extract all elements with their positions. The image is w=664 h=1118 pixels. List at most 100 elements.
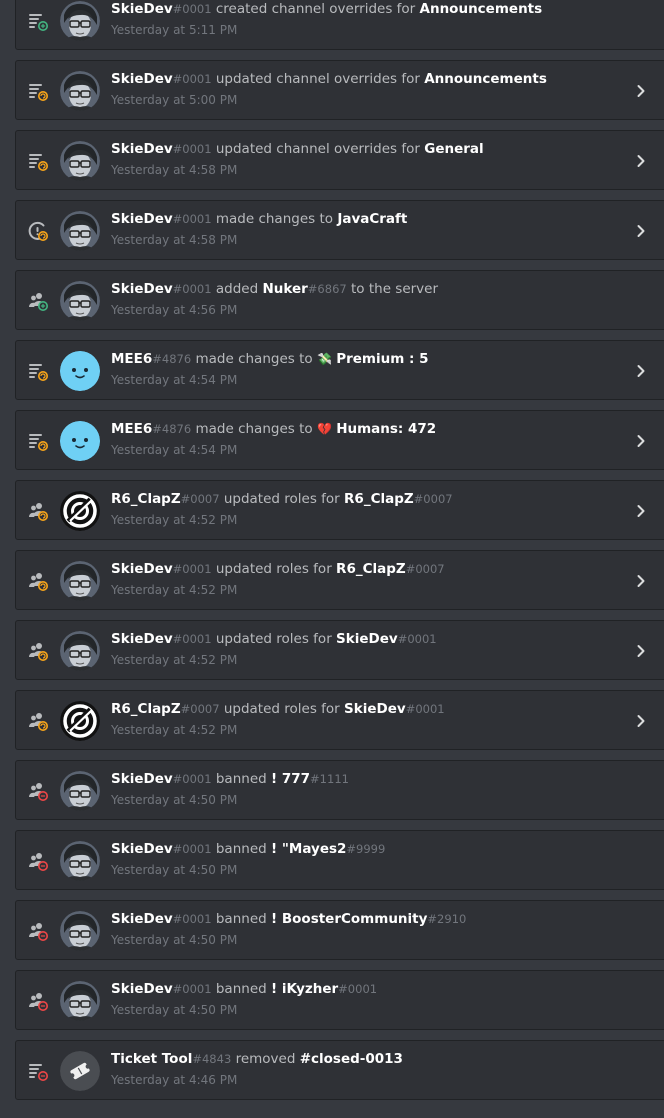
- entry-summary: MEE6#4876 made changes to 💔 Humans: 472: [111, 420, 634, 439]
- chevron-right-icon[interactable]: [633, 503, 649, 519]
- action-text: updated roles for: [215, 631, 332, 647]
- chevron-right-icon[interactable]: [633, 713, 649, 729]
- channel-update-icon: [27, 360, 49, 382]
- actor-username[interactable]: SkieDev: [111, 561, 173, 577]
- audit-log-entry[interactable]: SkieDev#0001 banned ! 777#1111 Yesterday …: [15, 760, 664, 820]
- entry-timestamp: Yesterday at 4:52 PM: [111, 583, 238, 597]
- action-suffix: to the server: [351, 281, 439, 297]
- audit-log-entry[interactable]: SkieDev#0001 created channel overrides f…: [15, 0, 664, 50]
- actor-username[interactable]: SkieDev: [111, 981, 173, 997]
- entry-timestamp: Yesterday at 4:50 PM: [111, 793, 238, 807]
- channel-overwrite-update-icon: [27, 80, 49, 102]
- member-ban-icon: [27, 850, 49, 872]
- audit-log-entry[interactable]: SkieDev#0001 updated roles for R6_ClapZ#…: [15, 550, 664, 610]
- actor-discriminator: #0001: [172, 982, 212, 996]
- skiedev-avatar[interactable]: [60, 631, 100, 671]
- audit-log-entry[interactable]: MEE6#4876 made changes to 💔 Humans: 472 Y…: [15, 410, 664, 470]
- target-name: ! 777: [271, 771, 311, 787]
- action-text: updated channel overrides for: [215, 141, 420, 157]
- audit-log-entry[interactable]: R6_ClapZ#0007 updated roles for R6_ClapZ…: [15, 480, 664, 540]
- channel-overwrite-create-icon: [27, 10, 49, 32]
- actor-username[interactable]: SkieDev: [111, 771, 173, 787]
- mee6-avatar[interactable]: [60, 421, 100, 461]
- chevron-right-icon[interactable]: [633, 643, 649, 659]
- skiedev-avatar[interactable]: [60, 1, 100, 41]
- entry-timestamp: Yesterday at 5:11 PM: [111, 23, 238, 37]
- entry-summary: SkieDev#0001 updated roles for SkieDev#0…: [111, 630, 634, 649]
- skiedev-avatar[interactable]: [60, 771, 100, 811]
- action-text: removed: [235, 1051, 296, 1067]
- skiedev-avatar[interactable]: [60, 911, 100, 951]
- actor-username[interactable]: SkieDev: [111, 211, 173, 227]
- actor-username[interactable]: SkieDev: [111, 631, 173, 647]
- skiedev-avatar[interactable]: [60, 561, 100, 601]
- ticket-tool-avatar[interactable]: [60, 1051, 100, 1091]
- actor-username[interactable]: SkieDev: [111, 71, 173, 87]
- actor-username[interactable]: SkieDev: [111, 1, 173, 17]
- target-name: ! iKyzher: [271, 981, 339, 997]
- actor-username[interactable]: Ticket Tool: [111, 1051, 192, 1067]
- mee6-avatar[interactable]: [60, 351, 100, 391]
- target-name: R6_ClapZ: [344, 491, 414, 507]
- actor-username[interactable]: SkieDev: [111, 281, 173, 297]
- audit-log-entry[interactable]: SkieDev#0001 updated roles for SkieDev#0…: [15, 620, 664, 680]
- actor-discriminator: #0001: [172, 212, 212, 226]
- skiedev-avatar[interactable]: [60, 211, 100, 251]
- actor-username[interactable]: MEE6: [111, 351, 152, 367]
- channel-delete-icon: [27, 1060, 49, 1082]
- audit-log-entry[interactable]: SkieDev#0001 added Nuker#6867 to the ser…: [15, 270, 664, 330]
- audit-log-entry[interactable]: SkieDev#0001 updated channel overrides f…: [15, 130, 664, 190]
- skiedev-avatar[interactable]: [60, 981, 100, 1021]
- target-name: R6_ClapZ: [336, 561, 406, 577]
- chevron-right-icon[interactable]: [633, 83, 649, 99]
- skiedev-avatar[interactable]: [60, 141, 100, 181]
- audit-log-entry[interactable]: SkieDev#0001 banned ! iKyzher#0001 Yester…: [15, 970, 664, 1030]
- actor-discriminator: #0001: [172, 562, 212, 576]
- actor-discriminator: #4843: [192, 1052, 232, 1066]
- actor-username[interactable]: R6_ClapZ: [111, 491, 181, 507]
- target-discriminator: #0007: [405, 562, 445, 576]
- target-name: Nuker: [262, 281, 308, 297]
- entry-timestamp: Yesterday at 4:58 PM: [111, 233, 238, 247]
- entry-timestamp: Yesterday at 4:54 PM: [111, 443, 238, 457]
- audit-log-entry[interactable]: SkieDev#0001 updated channel overrides f…: [15, 60, 664, 120]
- member-role-update-icon: [27, 500, 49, 522]
- entry-summary: R6_ClapZ#0007 updated roles for SkieDev#…: [111, 700, 634, 719]
- actor-username[interactable]: MEE6: [111, 421, 152, 437]
- actor-username[interactable]: SkieDev: [111, 141, 173, 157]
- member-role-update-icon: [27, 640, 49, 662]
- skiedev-avatar[interactable]: [60, 71, 100, 111]
- target-discriminator: #2910: [427, 912, 467, 926]
- audit-log-entry[interactable]: Ticket Tool#4843 removed #closed-0013 Yes…: [15, 1040, 664, 1100]
- entry-summary: SkieDev#0001 updated roles for R6_ClapZ#…: [111, 560, 634, 579]
- audit-log-entry[interactable]: SkieDev#0001 banned ! "Mayes2#9999 Yester…: [15, 830, 664, 890]
- chevron-right-icon[interactable]: [633, 433, 649, 449]
- audit-log-entry[interactable]: R6_ClapZ#0007 updated roles for SkieDev#…: [15, 690, 664, 750]
- skiedev-avatar[interactable]: [60, 841, 100, 881]
- audit-log-entry[interactable]: SkieDev#0001 banned ! BoosterCommunity#2…: [15, 900, 664, 960]
- audit-log-entry[interactable]: SkieDev#0001 made changes to JavaCraft Ye…: [15, 200, 664, 260]
- actor-discriminator: #0001: [172, 72, 212, 86]
- member-add-icon: [27, 290, 49, 312]
- entry-timestamp: Yesterday at 4:52 PM: [111, 723, 238, 737]
- r6clapz-avatar[interactable]: [60, 701, 100, 741]
- actor-username[interactable]: SkieDev: [111, 841, 173, 857]
- actor-username[interactable]: R6_ClapZ: [111, 701, 181, 717]
- target-name: General: [424, 141, 484, 157]
- chevron-right-icon[interactable]: [633, 573, 649, 589]
- target-discriminator: #1111: [310, 772, 349, 786]
- audit-log-entry[interactable]: MEE6#4876 made changes to 💸 Premium : 5 Y…: [15, 340, 664, 400]
- skiedev-avatar[interactable]: [60, 281, 100, 321]
- channel-emoji: 💸: [316, 352, 332, 366]
- entry-summary: SkieDev#0001 created channel overrides f…: [111, 0, 634, 19]
- action-text: created channel overrides for: [215, 1, 416, 17]
- entry-timestamp: Yesterday at 4:46 PM: [111, 1073, 238, 1087]
- chevron-right-icon[interactable]: [633, 153, 649, 169]
- r6clapz-avatar[interactable]: [60, 491, 100, 531]
- chevron-right-icon[interactable]: [633, 223, 649, 239]
- target-discriminator: #6867: [307, 282, 347, 296]
- action-text: made changes to: [195, 351, 313, 367]
- chevron-right-icon[interactable]: [633, 363, 649, 379]
- actor-discriminator: #0001: [172, 772, 212, 786]
- actor-username[interactable]: SkieDev: [111, 911, 173, 927]
